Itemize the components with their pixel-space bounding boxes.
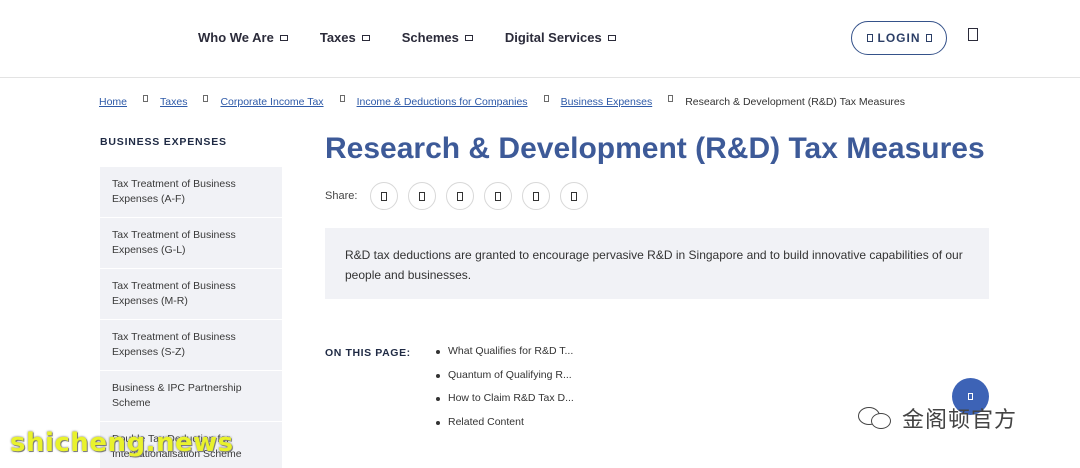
site-header: Who We Are Taxes Schemes Digital Service… — [0, 0, 1080, 78]
chevron-down-icon — [925, 34, 932, 42]
on-this-page-link[interactable]: How to Claim R&D Tax D... — [448, 392, 574, 404]
chevron-down-icon — [464, 34, 473, 41]
share-label: Share: — [325, 190, 358, 202]
nav-item-taxes[interactable]: Taxes — [320, 30, 370, 45]
breadcrumb-current: Research & Development (R&D) Tax Measure… — [685, 96, 906, 108]
breadcrumb-separator-icon — [143, 94, 149, 102]
on-this-page-link[interactable]: What Qualifies for R&D T... — [448, 345, 573, 357]
print-icon[interactable] — [560, 182, 588, 210]
sidebar-item-expenses-m-r[interactable]: Tax Treatment of Business Expenses (M-R) — [100, 269, 282, 320]
breadcrumb-home[interactable]: Home — [99, 96, 127, 108]
chevron-down-icon — [607, 34, 616, 41]
nav-item-schemes[interactable]: Schemes — [402, 30, 473, 45]
breadcrumb-business-expenses[interactable]: Business Expenses — [561, 96, 653, 108]
breadcrumb-income-deductions[interactable]: Income & Deductions for Companies — [357, 96, 528, 108]
search-icon[interactable] — [968, 28, 978, 41]
breadcrumb-corporate-income-tax[interactable]: Corporate Income Tax — [220, 96, 323, 108]
bullet-icon — [436, 420, 440, 425]
list-item[interactable]: What Qualifies for R&D T... — [436, 345, 574, 369]
lock-icon — [866, 34, 873, 42]
sidebar-nav: Tax Treatment of Business Expenses (A-F)… — [100, 167, 282, 468]
watermark-right: 金阁顿官方 — [858, 402, 1017, 434]
nav-item-label: Taxes — [319, 30, 356, 45]
login-label: LOGIN — [877, 31, 921, 45]
arrow-up-icon — [968, 393, 973, 400]
list-item[interactable]: How to Claim R&D Tax D... — [436, 392, 574, 416]
whatsapp-icon[interactable] — [484, 182, 512, 210]
chevron-down-icon — [279, 34, 288, 41]
on-this-page-link[interactable]: Quantum of Qualifying R... — [448, 369, 572, 381]
page-title: Research & Development (R&D) Tax Measure… — [325, 132, 985, 165]
main-nav: Who We Are Taxes Schemes Digital Service… — [198, 30, 648, 45]
share-buttons — [370, 182, 588, 210]
watermark-right-text: 金阁顿官方 — [902, 408, 1018, 433]
login-button[interactable]: LOGIN — [851, 21, 947, 55]
twitter-icon[interactable] — [408, 182, 436, 210]
bullet-icon — [436, 373, 440, 378]
on-this-page-list: What Qualifies for R&D T... Quantum of Q… — [436, 345, 574, 439]
on-this-page-link[interactable]: Related Content — [448, 416, 524, 428]
sidebar-title: BUSINESS EXPENSES — [100, 136, 227, 148]
breadcrumb-taxes[interactable]: Taxes — [160, 96, 187, 108]
bullet-icon — [436, 397, 440, 401]
sidebar-item-expenses-a-f[interactable]: Tax Treatment of Business Expenses (A-F) — [100, 167, 282, 218]
sidebar-item-ipc-partnership[interactable]: Business & IPC Partnership Scheme — [100, 371, 282, 422]
on-this-page-label: ON THIS PAGE: — [325, 347, 411, 359]
wechat-icon — [858, 405, 894, 431]
list-item[interactable]: Quantum of Qualifying R... — [436, 369, 574, 393]
breadcrumb-separator-icon — [203, 94, 209, 102]
nav-item-label: Who We Are — [198, 30, 274, 45]
nav-item-label: Schemes — [401, 30, 459, 45]
watermark-left: shicheng.news — [10, 428, 234, 458]
nav-item-who-we-are[interactable]: Who We Are — [198, 30, 288, 45]
nav-item-digital-services[interactable]: Digital Services — [505, 30, 616, 45]
breadcrumb-separator-icon — [339, 94, 345, 102]
facebook-icon[interactable] — [370, 182, 398, 210]
chevron-down-icon — [361, 34, 370, 41]
list-item[interactable]: Related Content — [436, 416, 574, 440]
bullet-icon — [436, 350, 440, 354]
intro-panel: R&D tax deductions are granted to encour… — [325, 228, 989, 299]
sidebar-item-expenses-s-z[interactable]: Tax Treatment of Business Expenses (S-Z) — [100, 320, 282, 371]
breadcrumb: Home Taxes Corporate Income Tax Income &… — [99, 94, 906, 108]
nav-item-label: Digital Services — [504, 30, 602, 45]
linkedin-icon[interactable] — [446, 182, 474, 210]
email-icon[interactable] — [522, 182, 550, 210]
breadcrumb-separator-icon — [543, 94, 549, 102]
sidebar-item-expenses-g-l[interactable]: Tax Treatment of Business Expenses (G-L) — [100, 218, 282, 269]
breadcrumb-separator-icon — [668, 94, 674, 102]
